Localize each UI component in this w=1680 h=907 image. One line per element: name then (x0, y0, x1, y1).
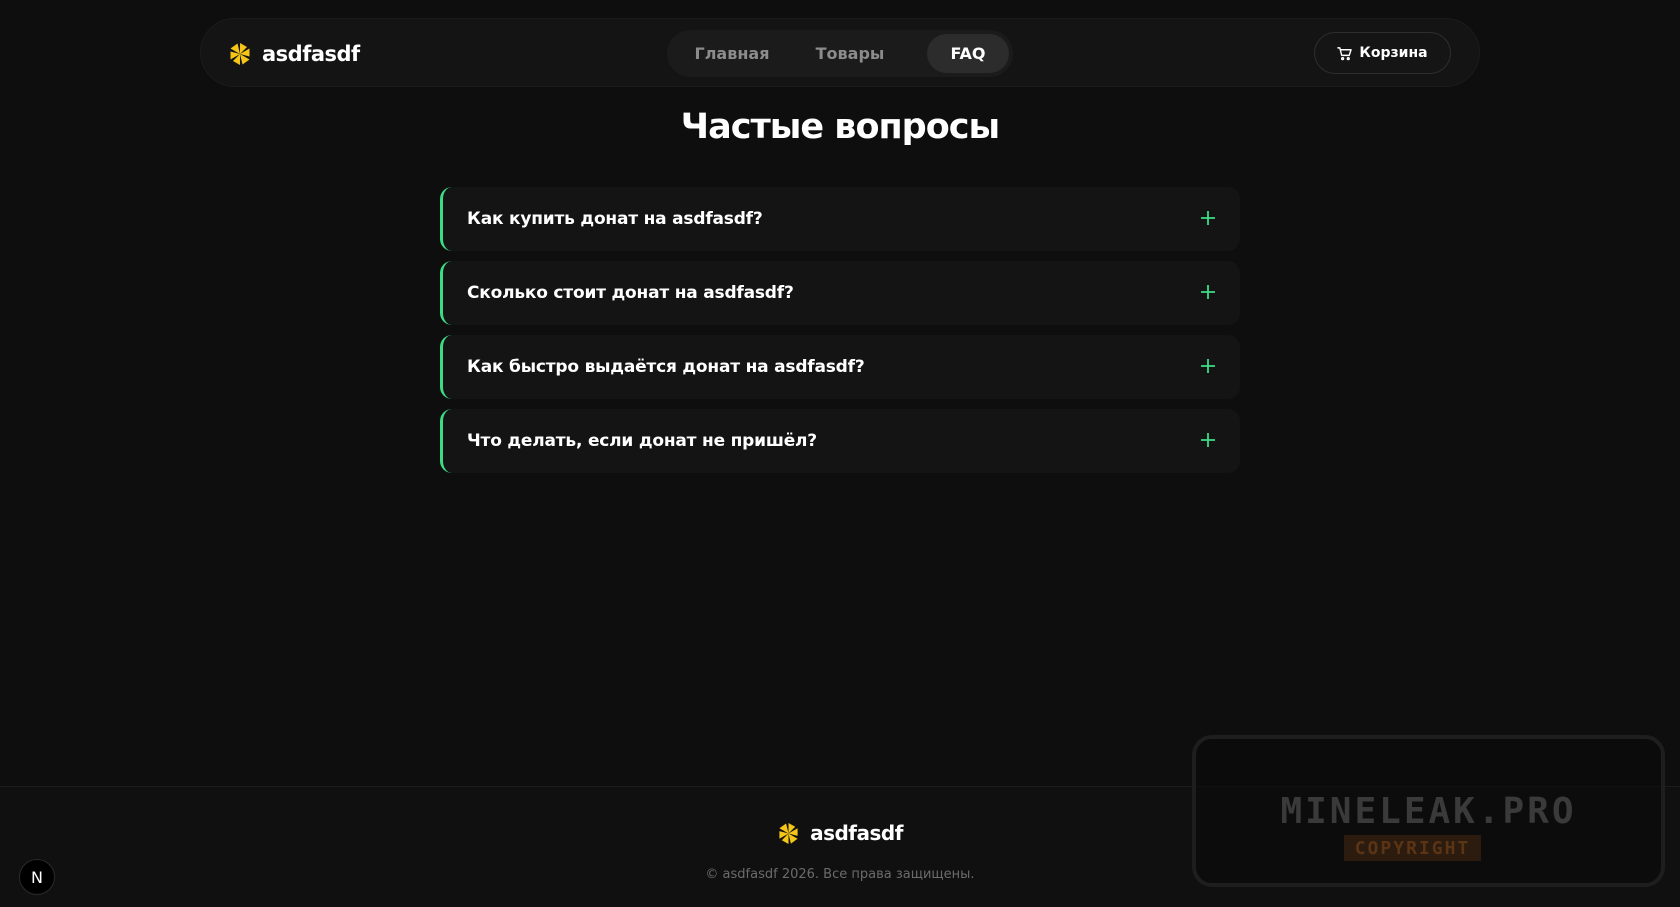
nav-item-products[interactable]: Товары (795, 30, 905, 77)
dev-tools-badge[interactable]: N (19, 859, 55, 895)
faq-question: Как быстро выдаётся донат на asdfasdf? (467, 357, 865, 377)
top-header: asdfasdf Главная Товары FAQ Корзина (200, 18, 1480, 87)
yellow-pinwheel-icon (779, 822, 798, 844)
faq-item[interactable]: Как купить донат на asdfasdf? (440, 187, 1240, 251)
faq-list: Как купить донат на asdfasdf? Сколько ст… (440, 187, 1240, 483)
plus-icon (1201, 285, 1215, 299)
faq-item[interactable]: Что делать, если донат не пришёл? (440, 409, 1240, 473)
plus-icon (1201, 433, 1215, 447)
main-nav: Главная Товары FAQ (667, 30, 1013, 77)
yellow-pinwheel-icon (230, 42, 250, 65)
plus-icon (1201, 359, 1215, 373)
brand-link[interactable]: asdfasdf (228, 19, 360, 88)
brand-name: asdfasdf (262, 41, 360, 66)
nav-item-home[interactable]: Главная (677, 30, 787, 77)
nav-item-faq[interactable]: FAQ (927, 34, 1009, 73)
plus-icon (1201, 211, 1215, 225)
faq-question: Как купить донат на asdfasdf? (467, 209, 763, 229)
watermark-subtitle: COPYRIGHT (1344, 835, 1481, 861)
faq-question: Сколько стоит донат на asdfasdf? (467, 283, 794, 303)
footer-brand-name: asdfasdf (810, 821, 903, 845)
watermark-title: MINELEAK.PRO (1280, 791, 1577, 832)
faq-question: Что делать, если донат не пришёл? (467, 431, 817, 451)
cart-label: Корзина (1359, 45, 1428, 61)
cart-icon (1337, 46, 1353, 60)
cart-button[interactable]: Корзина (1314, 32, 1451, 74)
faq-item[interactable]: Как быстро выдаётся донат на asdfasdf? (440, 335, 1240, 399)
watermark: MINELEAK.PRO COPYRIGHT (1192, 735, 1665, 887)
faq-item[interactable]: Сколько стоит донат на asdfasdf? (440, 261, 1240, 325)
page-title: Частые вопросы (680, 107, 1000, 147)
